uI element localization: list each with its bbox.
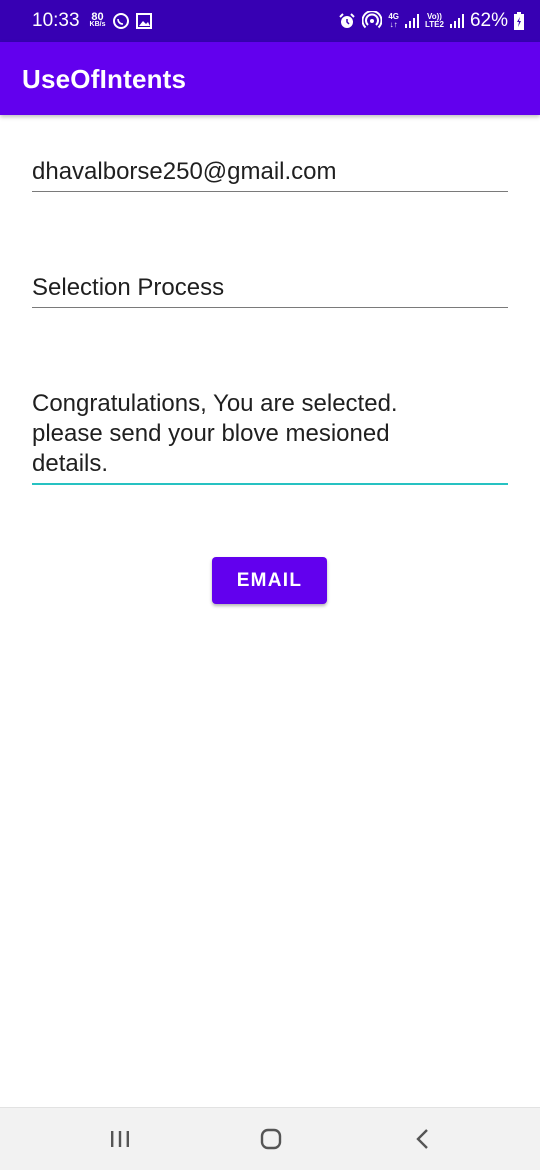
whatsapp-icon xyxy=(112,12,130,30)
status-right: 4G ↓↑ Vo)) LTE2 62% xyxy=(338,10,524,32)
signal-icon xyxy=(405,14,419,28)
email-field-value: dhavalborse250@gmail.com xyxy=(32,158,337,185)
message-field[interactable]: Congratulations, You are selected. pleas… xyxy=(32,389,508,485)
network-4g: 4G ↓↑ xyxy=(388,13,399,29)
recents-icon xyxy=(106,1126,134,1157)
net-speed-unit: KB/s xyxy=(89,21,106,28)
home-icon xyxy=(256,1126,286,1157)
back-icon xyxy=(409,1126,437,1157)
alarm-icon xyxy=(338,12,356,30)
email-button[interactable]: EMAIL xyxy=(212,557,327,604)
status-time: 10:33 xyxy=(32,10,80,31)
subject-field-underline xyxy=(32,307,508,308)
hotspot-icon xyxy=(362,11,383,31)
data-arrows-icon: ↓↑ xyxy=(389,20,398,29)
net-speed-value: 80 xyxy=(91,11,104,23)
subject-field-value: Selection Process xyxy=(32,274,225,301)
battery-percent: 62% xyxy=(469,10,508,31)
message-field-underline xyxy=(32,483,508,485)
battery-icon xyxy=(514,12,524,30)
navigation-bar xyxy=(0,1107,540,1170)
app-title: UseOfIntents xyxy=(22,64,187,94)
lte2-label: LTE2 xyxy=(425,20,444,29)
signal-icon xyxy=(449,14,464,28)
subject-field[interactable]: Selection Process xyxy=(32,273,508,308)
message-field-value: Congratulations, You are selected. pleas… xyxy=(32,390,398,477)
recents-button[interactable] xyxy=(106,1126,134,1157)
gallery-icon xyxy=(135,13,152,29)
email-field-underline xyxy=(32,191,508,192)
email-field[interactable]: dhavalborse250@gmail.com xyxy=(32,157,508,192)
status-bar: 10:33 80 KB/s 4G ↓↑ Vo)) LTE2 62% xyxy=(0,0,540,42)
volte-lte2: Vo)) LTE2 xyxy=(425,13,444,29)
home-button[interactable] xyxy=(256,1126,286,1157)
net-speed: 80 KB/s xyxy=(89,11,106,29)
status-left: 10:33 80 KB/s xyxy=(32,10,152,32)
back-button[interactable] xyxy=(409,1126,437,1157)
app-bar: UseOfIntents xyxy=(0,42,540,115)
